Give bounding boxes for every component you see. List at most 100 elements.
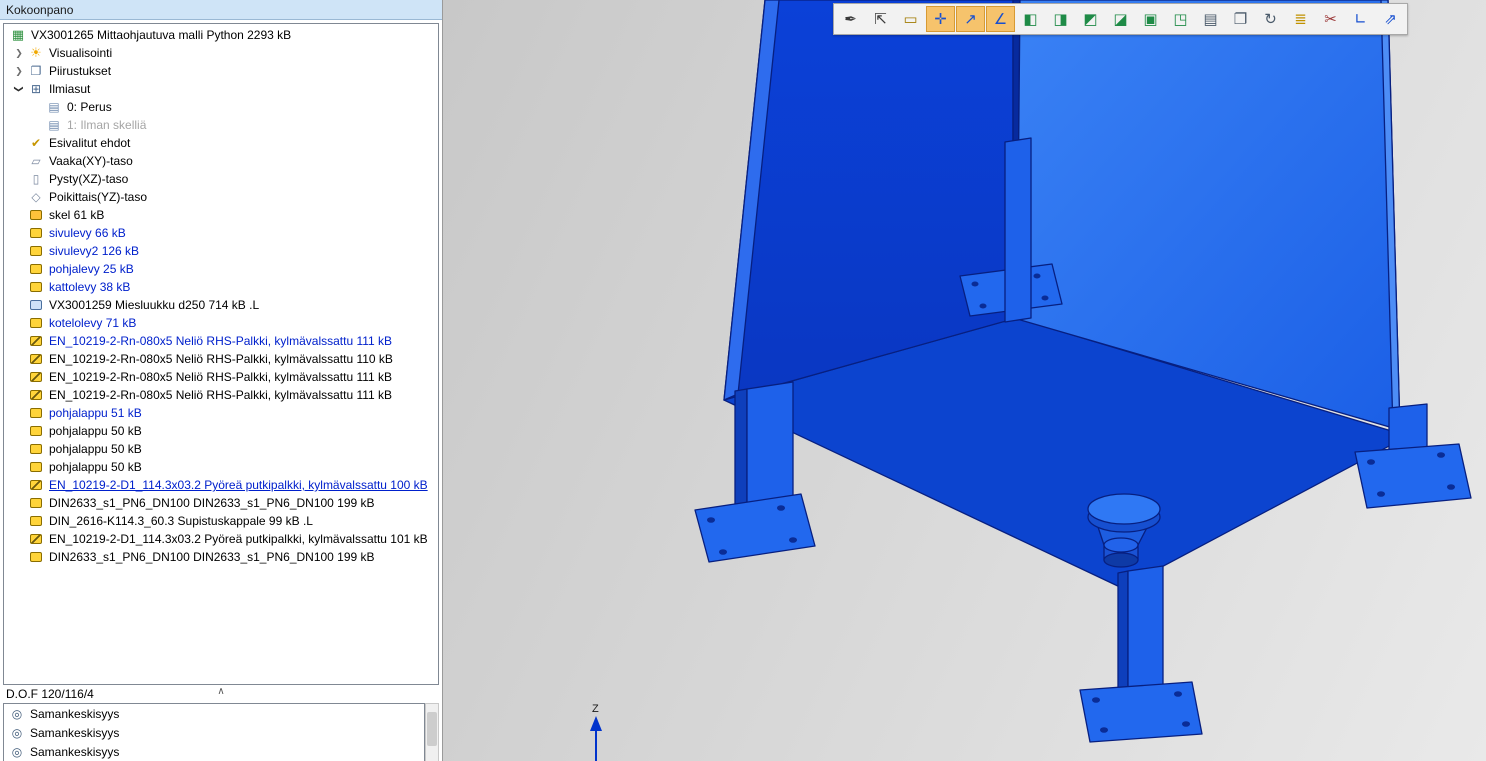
tree-item[interactable]: pohjalevy 25 kB [4,260,438,278]
tree-item[interactable]: pohjalappu 50 kB [4,440,438,458]
plane-yz-icon [28,188,44,206]
tree-item[interactable]: Poikittais(YZ)-taso [4,188,438,206]
indent-spacer [10,422,28,440]
rotate-icon[interactable]: ↻ [1256,6,1285,32]
tree-item[interactable]: DIN2633_s1_PN6_DN100 DIN2633_s1_PN6_DN10… [4,494,438,512]
tree-item[interactable]: Esivalitut ehdot [4,134,438,152]
constraints-scrollbar[interactable] [425,703,439,761]
face-right-icon[interactable]: ◪ [1106,6,1135,32]
configs-icon [28,80,44,98]
feature-list-icon[interactable]: ▤ [1196,6,1225,32]
copy-icon[interactable]: ❐ [1226,6,1255,32]
tree-item-label: kattolevy 38 kB [48,280,130,294]
tree-item[interactable]: sivulevy 66 kB [4,224,438,242]
indent-spacer [10,350,28,368]
bottom-leg-side[interactable] [1118,571,1128,706]
constraint-label: Samankeskisyys [29,726,119,740]
tree-item[interactable]: pohjalappu 50 kB [4,422,438,440]
face-shaded-icon[interactable]: ◧ [1016,6,1045,32]
tree-item[interactable]: ❯Piirustukset [4,62,438,80]
tree-item[interactable]: VX3001259 Miesluukku d250 714 kB .L [4,296,438,314]
tree-item[interactable]: kotelolevy 71 kB [4,314,438,332]
tree-item[interactable]: 0: Perus [4,98,438,116]
right-leg-flange[interactable] [1355,444,1471,508]
tree-item[interactable]: 1: Ilman skelliä [4,116,438,134]
tree-item-label: Poikittais(YZ)-taso [48,190,147,204]
snap-direction-icon[interactable]: ↗ [956,6,985,32]
bottom-leg[interactable] [1128,566,1163,704]
part-icon [28,224,44,242]
viewport-3d[interactable]: ✒⇱▭✛↗∠◧◨◩◪▣◳▤❐↻≣✂∟⇗ [443,0,1486,761]
cut-icon[interactable]: ✂ [1316,6,1345,32]
chevron-collapsed-icon[interactable]: ❯ [10,44,28,62]
tree-item[interactable]: sivulevy2 126 kB [4,242,438,260]
scrollbar-thumb[interactable] [427,712,437,746]
pin-icon[interactable]: ✒ [836,6,865,32]
constraints-area: Samankeskisyys Samankeskisyys Samankeskisy… [3,703,439,761]
indent-spacer [10,116,28,134]
tree-item-label: Pysty(XZ)-taso [48,172,128,186]
model-open-icon[interactable]: ◳ [1166,6,1195,32]
tree-item[interactable]: EN_10219-2-Rn-080x5 Neliö RHS-Palkki, ky… [4,332,438,350]
constraints-list: Samankeskisyys Samankeskisyys Samankeskisy… [3,703,425,761]
indent-spacer [10,458,28,476]
axes-icon[interactable]: ∟ [1346,6,1375,32]
plane-xy-icon [28,152,44,170]
preselect-icon [28,134,44,152]
face-left-icon[interactable]: ◩ [1076,6,1105,32]
indent-spacer [10,224,28,242]
measure-ruler-icon[interactable]: ▭ [896,6,925,32]
splitter-chevron-icon[interactable] [217,685,224,699]
snap-angle-icon[interactable]: ∠ [986,6,1015,32]
tree-item[interactable]: DIN_2616-K114.3_60.3 Supistuskappale 99 … [4,512,438,530]
tree-item[interactable]: EN_10219-2-D1_114.3x03.2 Pyöreä putkipal… [4,476,438,494]
chevron-collapsed-icon[interactable]: ❯ [10,62,28,80]
tree-item[interactable]: EN_10219-2-Rn-080x5 Neliö RHS-Palkki, ky… [4,368,438,386]
tree-item[interactable]: DIN2633_s1_PN6_DN100 DIN2633_s1_PN6_DN10… [4,548,438,566]
panel-title: Kokoonpano [6,3,73,17]
tree-item-label: EN_10219-2-Rn-080x5 Neliö RHS-Palkki, ky… [48,334,392,348]
indent-spacer [10,314,28,332]
indent-spacer [10,134,28,152]
model-3d[interactable]: Z [443,0,1486,761]
concentric-icon [9,705,25,723]
tree-item[interactable]: Pysty(XZ)-taso [4,170,438,188]
tree-item[interactable]: EN_10219-2-D1_114.3x03.2 Pyöreä putkipal… [4,530,438,548]
indent-spacer [10,152,28,170]
drawings-icon [28,62,44,80]
tree-item[interactable]: ❯Visualisointi [4,44,438,62]
tree-item-label: sivulevy 66 kB [48,226,126,240]
tree-item[interactable]: EN_10219-2-Rn-080x5 Neliö RHS-Palkki, ky… [4,350,438,368]
indent-spacer [28,116,46,134]
constraint-item[interactable]: Samankeskisyys [4,723,424,742]
part-icon [28,512,44,530]
tree-item[interactable]: pohjalappu 50 kB [4,458,438,476]
subassembly-icon [28,296,44,314]
tree-item[interactable]: ❯Ilmiasut [4,80,438,98]
tree-item[interactable]: Vaaka(XY)-taso [4,152,438,170]
face-top-icon[interactable]: ◨ [1046,6,1075,32]
snap-point-icon[interactable]: ✛ [926,6,955,32]
select-box-icon[interactable]: ⇱ [866,6,895,32]
face-box-icon[interactable]: ▣ [1136,6,1165,32]
tree-item[interactable]: kattolevy 38 kB [4,278,438,296]
indent-spacer [10,494,28,512]
bottom-leg-flange[interactable] [1080,682,1202,742]
chevron-expanded-icon[interactable]: ❯ [10,80,28,98]
export-icon[interactable]: ⇗ [1376,6,1405,32]
tree-item[interactable]: EN_10219-2-Rn-080x5 Neliö RHS-Palkki, ky… [4,386,438,404]
front-left-leg-flange[interactable] [695,494,815,562]
dof-status: D.O.F 120/116/4 [6,687,94,701]
part-icon [28,494,44,512]
tree-item-label: EN_10219-2-Rn-080x5 Neliö RHS-Palkki, ky… [48,370,392,384]
tree-item[interactable]: VX3001265 Mittaohjautuva malli Python 22… [4,26,438,44]
tree-item[interactable]: pohjalappu 51 kB [4,404,438,422]
tree-item[interactable]: skel 61 kB [4,206,438,224]
constraint-item[interactable]: Samankeskisyys [4,704,424,723]
part-icon [28,422,44,440]
layers-icon[interactable]: ≣ [1286,6,1315,32]
constraint-item[interactable]: Samankeskisyys [4,742,424,761]
indent-spacer [10,278,28,296]
config-item-icon [46,98,62,116]
back-leg[interactable] [1005,138,1031,322]
